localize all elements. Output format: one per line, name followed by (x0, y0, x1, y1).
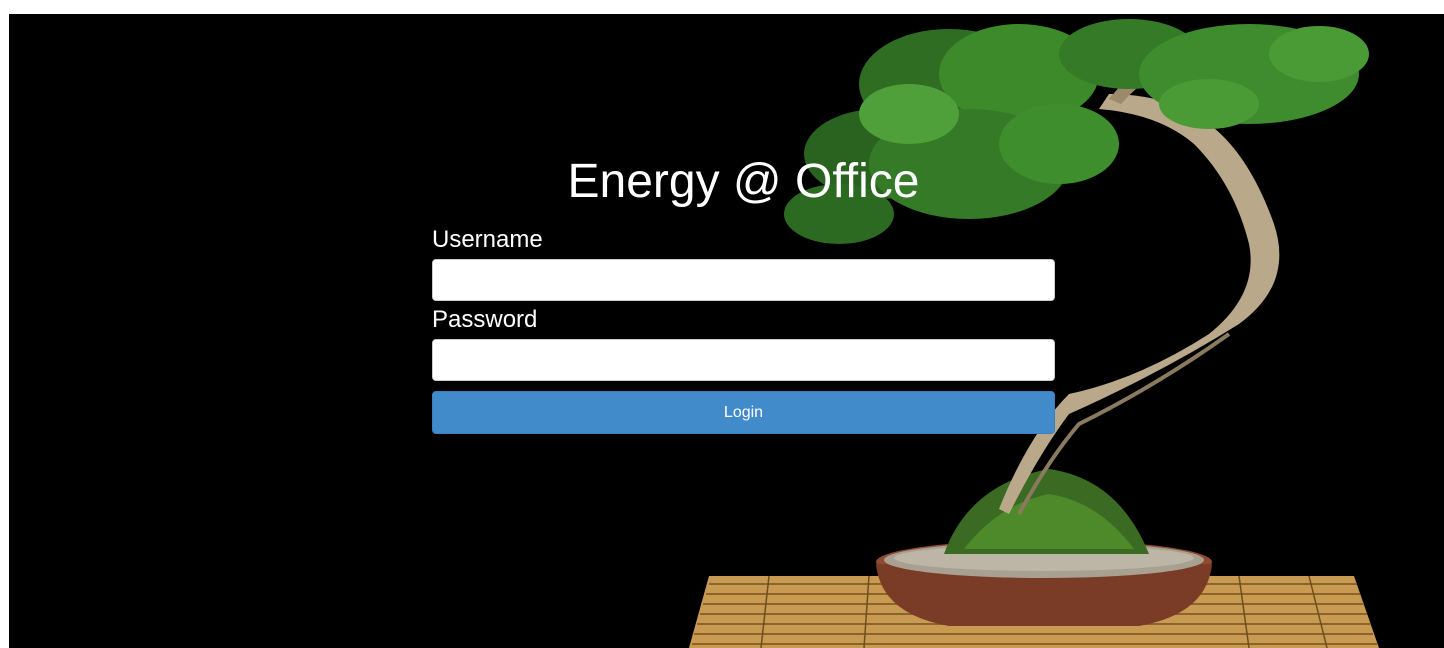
username-label: Username (432, 226, 543, 253)
login-page: Energy @ Office Username Password Login (9, 14, 1444, 648)
username-input[interactable] (432, 259, 1055, 301)
password-label: Password (432, 306, 538, 333)
bonsai-background-image (689, 19, 1379, 648)
login-button[interactable]: Login (432, 391, 1055, 434)
password-input[interactable] (432, 339, 1055, 381)
page-title: Energy @ Office (567, 155, 920, 208)
